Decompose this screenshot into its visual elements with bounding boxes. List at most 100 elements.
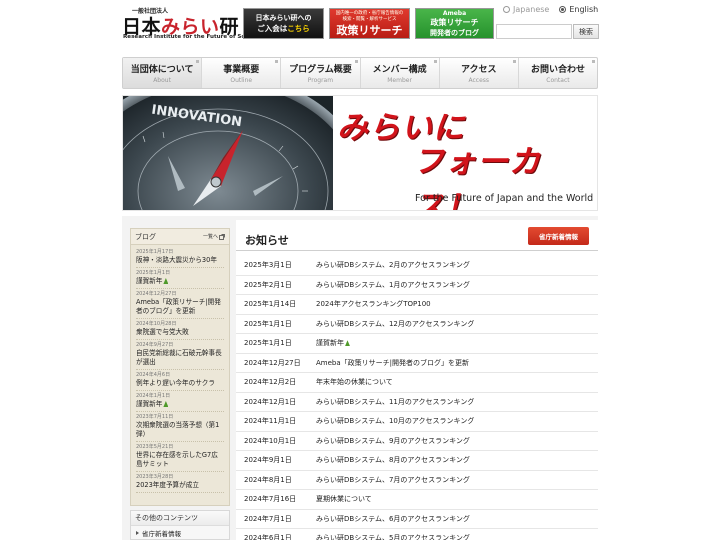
sprout-icon (344, 340, 351, 346)
news-title-link[interactable]: みらい研DBシステム、5月のアクセスランキング (316, 533, 470, 540)
news-date: 2024年7月16日 (244, 495, 297, 504)
logo-english: Research Institute for the Future of Soc… (123, 34, 261, 40)
nav-item-sublabel: Access (468, 77, 490, 84)
blog-entry[interactable]: 2024年9月27日 自民党新総裁に石破元幹事長が選出 (136, 340, 224, 370)
nav-item-program[interactable]: プログラム概要 Program (281, 58, 361, 88)
blog-list-link-label: 一覧へ (202, 234, 218, 240)
blog-entry-date: 2025年1月17日 (136, 249, 174, 255)
nav-item-label: お問い合わせ (530, 65, 585, 75)
blog-entry-date: 2024年12月27日 (136, 291, 177, 297)
main-nav: 当団体について About 事業概要 Outline プログラム概要 Program … (122, 57, 598, 89)
blog-entry-title[interactable]: 自民党新総裁に石破元幹事長が選出 (136, 349, 224, 367)
news-row: 2024年12月27日 Ameba「政策リサーチ|開発者のブログ」を更新 (236, 354, 598, 373)
blog-entry-title[interactable]: 世界に存在感を示したG7広島サミット (136, 451, 224, 469)
blog-entry-title-text: 謹賀新年 (136, 400, 163, 408)
news-row: 2025年2月1日 みらい研DBシステム、1月のアクセスランキング (236, 276, 598, 295)
blog-entry-title[interactable]: 衆院選で与党大敗 (136, 328, 224, 337)
news-title-link[interactable]: みらい研DBシステム、2月のアクセスランキング (316, 260, 470, 270)
news-title-text: みらい研DBシステム、12月のアクセスランキング (316, 319, 475, 328)
blog-entry-title-text: 謹賀新年 (136, 277, 163, 285)
ameba-banner-title: 政策リサーチ (430, 17, 479, 27)
news-row: 2025年1月14日 2024年アクセスランキングTOP100 (236, 295, 598, 315)
blog-entry[interactable]: 2024年10月28日 衆院選で与党大敗 (136, 319, 224, 340)
news-title-link[interactable]: みらい研DBシステム、10月のアクセスランキング (316, 416, 474, 426)
news-date: 2024年7月1日 (244, 514, 292, 523)
news-title-link[interactable]: みらい研DBシステム、1月のアクセスランキング (316, 280, 470, 290)
ameba-blog-banner[interactable]: Ameba 政策リサーチ 開発者のブログ (415, 8, 494, 39)
news-title-link[interactable]: 2024年アクセスランキングTOP100 (316, 299, 431, 309)
nav-item-label: メンバー構成 (372, 65, 427, 75)
blog-entry[interactable]: 2025年1月1日 謹賀新年 (136, 268, 224, 289)
news-title-text: みらい研DBシステム、6月のアクセスランキング (316, 514, 470, 523)
join-banner[interactable]: 日本みらい研への ご入会はこちら (243, 8, 324, 39)
blog-list-link[interactable]: 一覧へ (203, 233, 225, 240)
blog-entry[interactable]: 2023年3月28日 2023年度予算が成立 (136, 472, 224, 493)
news-title-text: Ameba「政策リサーチ|開発者のブログ」を更新 (316, 358, 470, 367)
blog-entry[interactable]: 2023年5月21日 世界に存在感を示したG7広島サミット (136, 442, 224, 472)
compass-image: INNOVATION (123, 96, 333, 210)
blog-entry[interactable]: 2024年4月6日 例年より遅い今年のサクラ (136, 370, 224, 391)
language-option-english[interactable]: English (559, 5, 598, 14)
blog-entry-date: 2023年5月21日 (136, 444, 174, 450)
news-title-link[interactable]: 年末年始の休業について (316, 377, 393, 387)
news-row: 2024年6月1日 みらい研DBシステム、5月のアクセスランキング (236, 529, 598, 540)
blog-entry-title[interactable]: 謹賀新年 (136, 277, 224, 286)
policy-research-banner[interactable]: 国内唯一の政府・省庁報告情報の 検索・閲覧・解析サービス 政策リサーチ (329, 8, 410, 39)
blog-entry-title[interactable]: 謹賀新年 (136, 400, 224, 409)
nav-corner-mark (512, 60, 516, 63)
news-row: 2024年10月1日 みらい研DBシステム、9月のアクセスランキング (236, 432, 598, 451)
site-logo[interactable]: 一般社団法人 日本みらい研 Research Institute for the… (122, 6, 261, 42)
blog-entry-date: 2024年1月1日 (136, 393, 171, 399)
radio-japanese[interactable] (503, 6, 510, 13)
external-link-icon (219, 233, 225, 240)
blog-entry-title[interactable]: 阪神・淡路大震災から30年 (136, 256, 224, 265)
radio-english[interactable] (559, 6, 567, 13)
blog-entry-title[interactable]: 例年より遅い今年のサクラ (136, 379, 224, 388)
news-title-link[interactable]: みらい研DBシステム、9月のアクセスランキング (316, 436, 470, 446)
nav-corner-mark (275, 60, 279, 63)
blog-title: ブログ (135, 232, 156, 241)
nav-item-member[interactable]: メンバー構成 Member (361, 58, 440, 88)
nav-item-access[interactable]: アクセス Access (440, 58, 519, 88)
join-banner-line2: ご入会はこちら (257, 24, 310, 33)
blog-entry-title[interactable]: 次期衆院選の当落予想（第1弾） (136, 421, 224, 439)
blog-entry-title[interactable]: Ameba「政策リサーチ|開発者のブログ」を更新 (136, 298, 224, 316)
nav-item-about[interactable]: 当団体について About (123, 58, 203, 88)
news-title-link[interactable]: 夏期休業について (316, 494, 372, 504)
policy-research-banner-title: 政策リサーチ (336, 23, 403, 37)
blog-entry[interactable]: 2025年1月17日 阪神・淡路大震災から30年 (136, 247, 224, 268)
hero-banner: INNOVATION みらいに フォーカス！ For the Future of… (122, 95, 598, 211)
blog-entry[interactable]: 2023年7月11日 次期衆院選の当落予想（第1弾） (136, 412, 224, 442)
news-title-link[interactable]: 謹賀新年 (316, 338, 351, 348)
blog-header: ブログ 一覧へ (131, 229, 229, 245)
search-input[interactable] (496, 24, 572, 39)
nav-item-contact[interactable]: お問い合わせ Contact (519, 58, 597, 88)
blog-entry-title[interactable]: 2023年度予算が成立 (136, 481, 224, 490)
news-title-link[interactable]: Ameba「政策リサーチ|開発者のブログ」を更新 (316, 358, 469, 368)
news-title-link[interactable]: みらい研DBシステム、12月のアクセスランキング (316, 319, 474, 329)
news-row: 2025年1月1日 みらい研DBシステム、12月のアクセスランキング (236, 315, 598, 334)
blog-sidebar: ブログ 一覧へ 2025年1月17日 阪神・淡路大震災から30年 2025年1月1日… (130, 228, 230, 506)
nav-item-outline[interactable]: 事業概要 Outline (202, 58, 282, 88)
blog-entry[interactable]: 2024年1月1日 謹賀新年 (136, 391, 224, 412)
ministry-news-button[interactable]: 省庁新着情報 (528, 227, 589, 245)
news-title-link[interactable]: みらい研DBシステム、6月のアクセスランキング (316, 514, 470, 524)
ameba-banner-subtitle: 開発者のブログ (430, 28, 479, 37)
nav-item-sublabel: Outline (230, 77, 253, 84)
news-date: 2024年12月1日 (244, 397, 297, 406)
news-title: お知らせ (245, 234, 289, 247)
news-date: 2025年2月1日 (244, 280, 292, 289)
news-title-link[interactable]: みらい研DBシステム、8月のアクセスランキング (316, 455, 470, 465)
news-title-link[interactable]: みらい研DBシステム、7月のアクセスランキング (316, 475, 470, 485)
blog-entry[interactable]: 2024年12月27日 Ameba「政策リサーチ|開発者のブログ」を更新 (136, 289, 224, 319)
content-area: ブログ 一覧へ 2025年1月17日 阪神・淡路大震災から30年 2025年1月1日… (122, 216, 598, 540)
other-contents-item-ministry[interactable]: 省庁新着情報 (131, 526, 229, 540)
search-button[interactable]: 検索 (573, 24, 599, 39)
news-date: 2024年8月1日 (244, 475, 292, 484)
language-option-japanese[interactable]: Japanese (503, 5, 549, 14)
blog-entry-title-text: 次期衆院選の当落予想（第1弾） (136, 421, 220, 438)
news-title-link[interactable]: みらい研DBシステム、11月のアクセスランキング (316, 397, 474, 407)
news-row: 2024年7月16日 夏期休業について (236, 490, 598, 510)
site-header: 一般社団法人 日本みらい研 Research Institute for the… (0, 0, 720, 52)
nav-item-sublabel: About (153, 77, 171, 84)
